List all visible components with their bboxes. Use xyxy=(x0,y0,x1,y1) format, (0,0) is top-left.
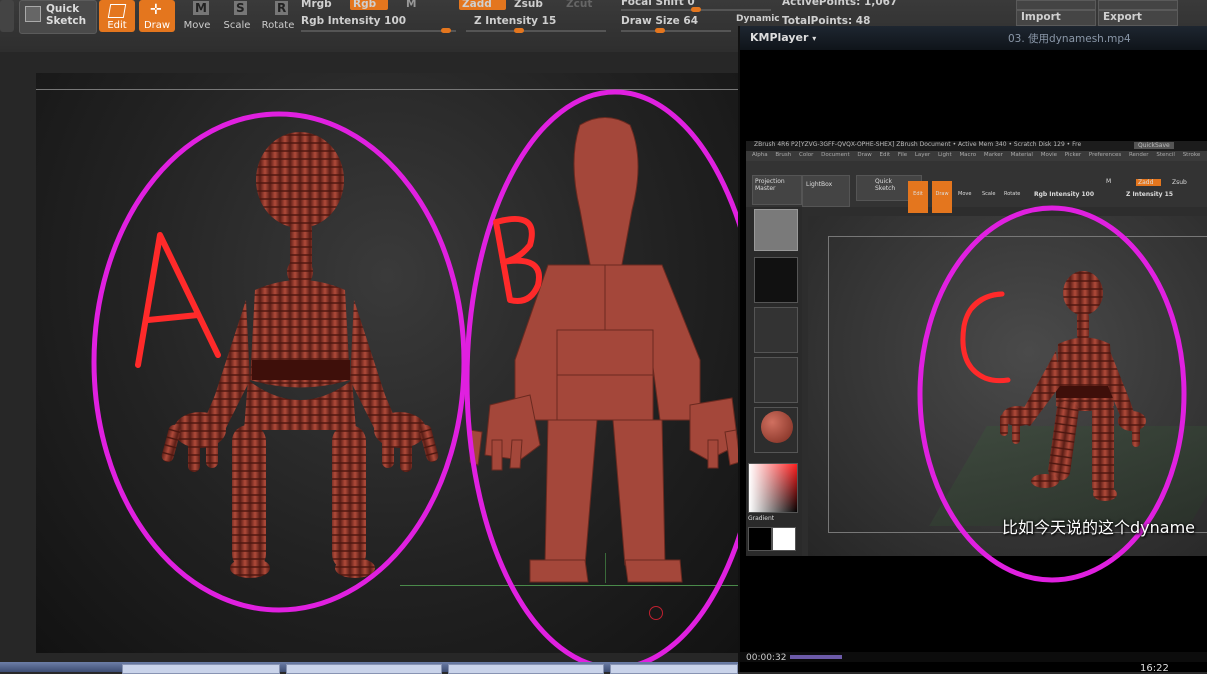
figure-b-model xyxy=(469,117,741,583)
playback-time: 00:00:32 xyxy=(746,653,787,663)
annotation-letter-a xyxy=(135,232,221,368)
video-subtitle: 比如今天说的这个dyname xyxy=(1002,518,1196,537)
annotation-letter-b xyxy=(493,215,542,304)
annotation-letter-c xyxy=(960,291,1011,384)
annotation-letter-c-top xyxy=(969,291,1005,311)
kmplayer-window: KMPlayer ▾ 03. 使用dynamesh.mp4 ZBrush 4R6… xyxy=(738,26,1207,674)
taskbar-item-3[interactable] xyxy=(448,664,604,674)
system-clock: 16:22 xyxy=(1140,663,1169,674)
taskbar-item-4[interactable] xyxy=(610,664,738,674)
taskbar-item-2[interactable] xyxy=(286,664,442,674)
seek-bar[interactable] xyxy=(740,652,1207,662)
figure-a-model xyxy=(161,132,439,578)
seek-bar-progress xyxy=(790,655,842,659)
figure-c-layer xyxy=(917,205,1187,583)
windows-taskbar xyxy=(0,662,738,674)
taskbar-item-1[interactable] xyxy=(122,664,280,674)
figure-c-model xyxy=(1000,271,1146,501)
